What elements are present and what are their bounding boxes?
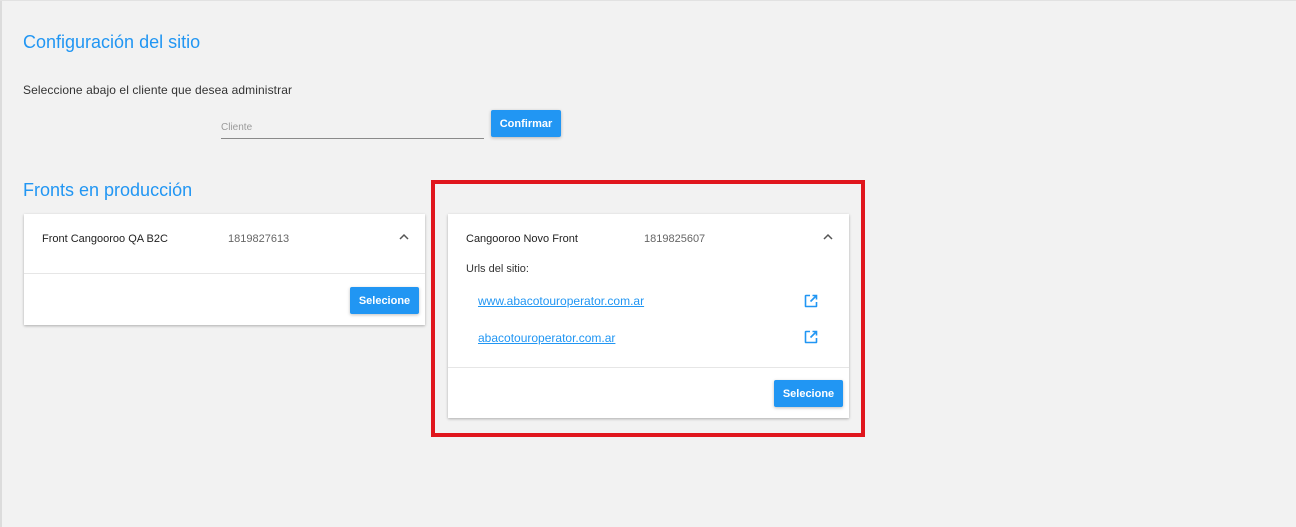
card-divider (24, 273, 425, 274)
fronts-section-title: Fronts en producción (23, 180, 193, 200)
client-input[interactable] (221, 116, 484, 139)
instruction-text: Seleccione abajo el cliente que desea ad… (23, 83, 293, 97)
left-edge-divider (0, 1, 2, 527)
front-name: Front Cangooroo QA B2C (42, 233, 168, 245)
page-title: Configuración del sitio (23, 32, 201, 52)
front-card: Front Cangooroo QA B2C 1819827613 Seleci… (24, 214, 425, 325)
select-front-button[interactable]: Selecione (350, 287, 419, 314)
chevron-up-icon[interactable] (398, 231, 410, 243)
highlight-annotation-box (431, 180, 865, 437)
confirm-button[interactable]: Confirmar (491, 110, 561, 137)
front-id: 1819827613 (228, 233, 290, 245)
page: Configuración del sitio Seleccione abajo… (0, 0, 1296, 527)
